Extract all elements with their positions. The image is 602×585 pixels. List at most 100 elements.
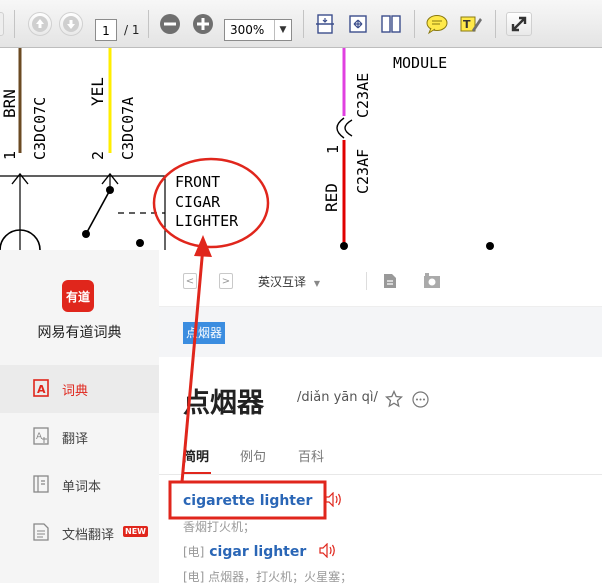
next-page-icon	[63, 16, 79, 32]
translation-mode-select[interactable]: 英汉互译 ▼	[258, 273, 320, 290]
wire-yel-label: YEL	[88, 77, 107, 106]
toolbar-separator	[148, 10, 149, 38]
pdf-toolbar: 1 / 1 300% ▼ T	[0, 0, 602, 48]
connector-symbol	[336, 117, 345, 139]
speaker-icon[interactable]	[319, 542, 337, 559]
fit-width-button[interactable]	[346, 12, 370, 36]
chevron-down-icon: ▼	[313, 279, 320, 288]
tab-concise[interactable]: 简明	[183, 446, 209, 465]
entry-word[interactable]: cigar lighter	[209, 544, 306, 560]
dictionary-window: 有道 网易有道词典 A 词典 A 翻译 单词本 文档翻译 NEW < > 英汉互…	[0, 250, 602, 584]
page-total: / 1	[124, 23, 140, 37]
module-label: MODULE	[393, 54, 447, 72]
chevron-right-icon: >	[221, 275, 231, 287]
connector-symbol	[344, 119, 353, 137]
sidebar-item-dictionary[interactable]: A 词典	[0, 365, 159, 413]
zoom-out-button[interactable]	[158, 12, 182, 36]
wire-c23ae-label: C23AE	[354, 73, 372, 118]
translate-icon: A	[33, 427, 49, 445]
document-icon[interactable]	[383, 273, 397, 289]
query-strip[interactable]: 点烟器	[159, 307, 602, 357]
dictionary-sidebar: 有道 网易有道词典 A 词典 A 翻译 单词本 文档翻译 NEW	[0, 250, 159, 583]
speaker-icon[interactable]	[325, 491, 343, 508]
tabs-divider	[159, 474, 602, 475]
toolbar-separator	[303, 10, 304, 38]
toolbar-separator	[14, 10, 15, 38]
tab-encyclopedia[interactable]: 百科	[298, 446, 324, 465]
entry-word[interactable]: cigarette lighter	[183, 493, 312, 509]
dictionary-content: < > 英汉互译 ▼ 点烟器 点烟器 /diǎn yān qì/ 简明 例句 百…	[159, 250, 602, 584]
svg-text:A: A	[36, 432, 43, 442]
app-name: 网易有道词典	[37, 325, 122, 341]
domain-tag: [电]	[183, 545, 205, 559]
youdao-logo: 有道	[62, 280, 94, 312]
pin-1-label: 1	[1, 151, 19, 160]
svg-text:A: A	[37, 383, 46, 396]
zoom-in-button[interactable]	[191, 12, 215, 36]
page-number-input[interactable]: 1	[95, 19, 117, 41]
sidebar-item-document-translate[interactable]: 文档翻译 NEW	[0, 509, 159, 557]
component-label-line1: FRONT	[175, 173, 220, 191]
prev-page-button[interactable]	[28, 12, 52, 36]
new-badge: NEW	[123, 526, 148, 537]
switch-contact	[82, 230, 90, 238]
switch-blade	[85, 189, 111, 235]
zoom-in-icon	[193, 14, 213, 34]
chevron-left-icon: <	[185, 275, 195, 287]
sidebar-item-label: 翻译	[62, 432, 89, 447]
svg-text:T: T	[463, 18, 471, 31]
zoom-out-icon	[160, 14, 180, 34]
sidebar-item-label: 词典	[62, 384, 89, 399]
sidebar-item-translate[interactable]: A 翻译	[0, 413, 159, 461]
wordbook-icon	[33, 475, 49, 493]
wire-brn-code: C3DC07C	[31, 97, 49, 160]
two-page-icon	[381, 15, 401, 33]
highlight-button[interactable]: T	[459, 12, 483, 36]
headword: 点烟器	[183, 388, 264, 419]
translation-mode-label: 英汉互译	[258, 275, 307, 289]
expand-button[interactable]	[506, 12, 532, 36]
wire-c23af-label: C23AF	[354, 149, 372, 194]
entry-word-link[interactable]: [电] cigar lighter	[183, 542, 337, 560]
entry-gloss: 香烟打火机；	[183, 520, 256, 534]
entry-word-link[interactable]: cigarette lighter	[183, 491, 343, 509]
forward-button[interactable]: >	[219, 273, 233, 289]
screenshot-icon[interactable]	[423, 272, 441, 290]
component-label-line3: LIGHTER	[175, 212, 239, 230]
expand-icon	[511, 16, 527, 32]
pin-1-right-label: 1	[324, 145, 342, 154]
highlight-icon: T	[460, 16, 482, 32]
switch-contact	[106, 186, 114, 194]
sidebar-item-wordbook[interactable]: 单词本	[0, 461, 159, 509]
query-text[interactable]: 点烟器	[183, 322, 226, 344]
toolbar-left-cut-button[interactable]	[0, 12, 4, 36]
document-translate-icon	[33, 523, 49, 541]
toolbar-divider	[366, 272, 367, 290]
zoom-value: 300%	[230, 23, 265, 37]
wire-brn-label: BRN	[0, 89, 19, 118]
sidebar-item-label: 文档翻译	[62, 528, 115, 543]
dictionary-icon: A	[33, 379, 49, 397]
wiring-diagram: BRN C3DC07C 1 YEL C3DC07A 2 FRONT CIGAR …	[0, 48, 494, 250]
chevron-down-icon[interactable]: ▼	[274, 20, 291, 40]
next-page-button[interactable]	[59, 12, 83, 36]
star-icon[interactable]	[385, 390, 403, 408]
pin-2-label: 2	[89, 151, 107, 160]
toolbar-separator	[495, 10, 496, 38]
entry-gloss: [电] 点烟器，打火机；火星塞；	[183, 570, 353, 584]
sidebar-item-label: 单词本	[62, 480, 102, 495]
fit-page-button[interactable]	[313, 12, 337, 36]
terminal-dot	[340, 242, 348, 250]
fit-width-icon	[349, 15, 367, 33]
terminal-dot	[486, 242, 494, 250]
two-page-button[interactable]	[379, 12, 403, 36]
phonetic: /diǎn yān qì/	[297, 390, 378, 405]
zoom-select[interactable]: 300% ▼	[224, 19, 292, 41]
tab-examples[interactable]: 例句	[240, 446, 266, 465]
toolbar-separator	[414, 10, 415, 38]
component-label-line2: CIGAR	[175, 193, 221, 211]
back-button[interactable]: <	[183, 273, 197, 289]
more-icon[interactable]	[412, 391, 429, 408]
comment-icon	[426, 15, 448, 35]
comment-button[interactable]	[425, 12, 449, 36]
